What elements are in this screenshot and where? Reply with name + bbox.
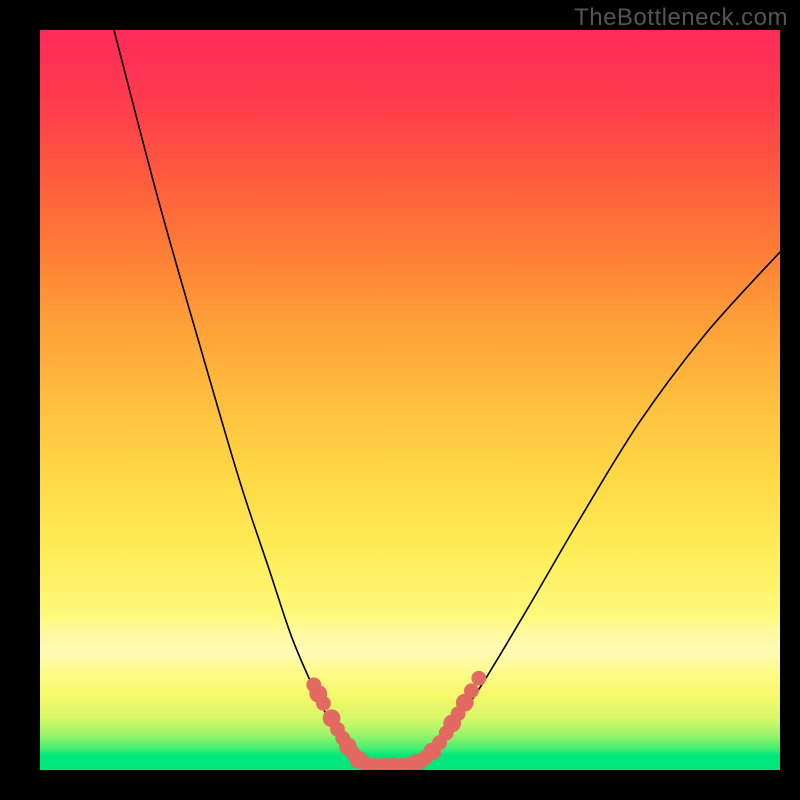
curve-left-branch (114, 30, 362, 765)
chart-frame: TheBottleneck.com (0, 0, 800, 800)
curve-svg (40, 30, 780, 770)
data-dot (464, 683, 479, 698)
dots-group (306, 671, 486, 770)
watermark-text: TheBottleneck.com (574, 4, 788, 32)
curve-group (114, 30, 780, 765)
data-dot (316, 696, 331, 711)
plot-area (40, 30, 780, 770)
data-dot (471, 671, 486, 686)
